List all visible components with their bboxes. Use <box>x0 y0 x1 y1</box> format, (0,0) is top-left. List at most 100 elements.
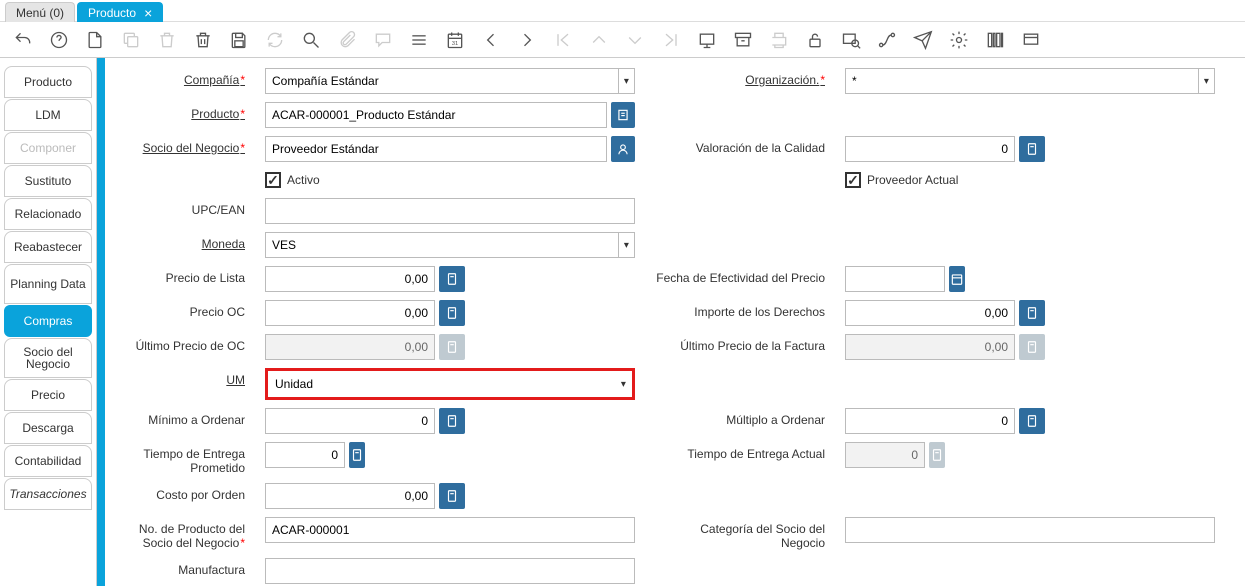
new-icon[interactable] <box>82 27 108 53</box>
last-icon <box>658 27 684 53</box>
no-producto-socio-input[interactable] <box>265 517 635 543</box>
sidebar-item-sustituto[interactable]: Sustituto <box>4 165 92 197</box>
precio-lista-input[interactable] <box>265 266 435 292</box>
chevron-left-icon[interactable] <box>478 27 504 53</box>
chevron-down-icon[interactable]: ▾ <box>618 68 635 94</box>
label-upc-ean: UPC/EAN <box>192 203 245 217</box>
sidebar-item-descarga[interactable]: Descarga <box>4 412 92 444</box>
active-record-indicator <box>97 58 105 586</box>
sidebar-item-ldm[interactable]: LDM <box>4 99 92 131</box>
tiempo-actual-input <box>845 442 925 468</box>
label-um: UM <box>226 373 245 387</box>
up-icon <box>586 27 612 53</box>
organizacion-input[interactable] <box>845 68 1198 94</box>
attachment-icon <box>334 27 360 53</box>
tab-product-label: Producto <box>88 6 136 20</box>
label-fecha-efectividad: Fecha de Efectividad del Precio <box>656 271 825 285</box>
sidebar-item-componer: Componer <box>4 132 92 164</box>
save-icon[interactable] <box>226 27 252 53</box>
minimo-ordenar-input[interactable] <box>265 408 435 434</box>
manufactura-input[interactable] <box>265 558 635 584</box>
tab-menu[interactable]: Menú (0) <box>5 2 75 22</box>
label-valoracion-calidad: Valoración de la Calidad <box>696 141 825 155</box>
valoracion-calidad-input[interactable] <box>845 136 1015 162</box>
label-compania: Compañía <box>184 73 245 87</box>
label-activo: Activo <box>287 173 320 187</box>
svg-text:31: 31 <box>452 41 458 47</box>
grid-toggle-icon[interactable] <box>406 27 432 53</box>
categoria-socio-input[interactable] <box>845 517 1215 543</box>
checkbox-checked-icon <box>265 172 281 188</box>
um-input[interactable] <box>268 371 615 397</box>
search-icon[interactable] <box>298 27 324 53</box>
product-info-icon[interactable] <box>982 27 1008 53</box>
chevron-right-icon[interactable] <box>514 27 540 53</box>
socio-negocio-input[interactable] <box>265 136 607 162</box>
workflow-icon[interactable] <box>874 27 900 53</box>
ultimo-precio-factura-input <box>845 334 1015 360</box>
help-icon[interactable] <box>46 27 72 53</box>
sidebar-item-planning[interactable]: Planning Data <box>4 264 92 304</box>
calc-icon <box>439 334 465 360</box>
chevron-down-icon[interactable]: ▾ <box>1198 68 1215 94</box>
activo-checkbox[interactable]: Activo <box>265 170 320 190</box>
calc-icon[interactable] <box>439 266 465 292</box>
ultimo-precio-oc-input <box>265 334 435 360</box>
chevron-down-icon[interactable]: ▾ <box>618 232 635 258</box>
sidebar-item-contab[interactable]: Contabilidad <box>4 445 92 477</box>
sidebar-item-trans[interactable]: Transacciones <box>4 478 92 510</box>
sidebar-item-producto[interactable]: Producto <box>4 66 92 98</box>
importe-derechos-input[interactable] <box>845 300 1015 326</box>
multiplo-ordenar-input[interactable] <box>845 408 1015 434</box>
upc-ean-input[interactable] <box>265 198 635 224</box>
label-ultimo-precio-factura: Último Precio de la Factura <box>680 339 825 353</box>
fecha-efectividad-input[interactable] <box>845 266 945 292</box>
calendar-picker-icon[interactable] <box>949 266 965 292</box>
calc-icon[interactable] <box>1019 300 1045 326</box>
quickinfo-icon[interactable] <box>1018 27 1044 53</box>
moneda-input[interactable] <box>265 232 618 258</box>
archive-icon[interactable] <box>730 27 756 53</box>
label-categoria-socio: Categoría del Socio del Negocio <box>655 522 825 550</box>
toolbar: 31 <box>0 22 1245 58</box>
proveedor-actual-checkbox[interactable]: Proveedor Actual <box>845 170 958 190</box>
zoom-across-icon[interactable] <box>838 27 864 53</box>
costo-orden-input[interactable] <box>265 483 435 509</box>
label-tiempo-actual: Tiempo de Entrega Actual <box>687 447 825 461</box>
sidebar-item-reabastecer[interactable]: Reabastecer <box>4 231 92 263</box>
undo-icon[interactable] <box>10 27 36 53</box>
sidebar-item-compras[interactable]: Compras <box>4 305 92 337</box>
sidebar-item-socio[interactable]: Socio del Negocio <box>4 338 92 378</box>
calc-icon <box>1019 334 1045 360</box>
chevron-down-icon[interactable]: ▾ <box>615 371 632 397</box>
tiempo-prometido-input[interactable] <box>265 442 345 468</box>
delete-selection-icon[interactable] <box>190 27 216 53</box>
calc-icon[interactable] <box>439 300 465 326</box>
label-minimo-ordenar: Mínimo a Ordenar <box>148 413 245 427</box>
report-icon[interactable] <box>694 27 720 53</box>
label-manufactura: Manufactura <box>178 563 245 577</box>
close-icon[interactable]: × <box>144 6 152 20</box>
sidebar-item-precio[interactable]: Precio <box>4 379 92 411</box>
calc-icon[interactable] <box>439 483 465 509</box>
copy-icon <box>118 27 144 53</box>
request-icon[interactable] <box>910 27 936 53</box>
label-organizacion: Organización. <box>745 73 825 87</box>
tab-menu-label: Menú (0) <box>16 6 64 20</box>
producto-input[interactable] <box>265 102 607 128</box>
calc-icon[interactable] <box>1019 408 1045 434</box>
process-icon[interactable] <box>946 27 972 53</box>
calc-icon[interactable] <box>439 408 465 434</box>
tab-product[interactable]: Producto × <box>77 2 163 22</box>
sidebar-item-relacionado[interactable]: Relacionado <box>4 198 92 230</box>
calc-icon[interactable] <box>1019 136 1045 162</box>
calendar-icon[interactable]: 31 <box>442 27 468 53</box>
producto-lookup-button[interactable] <box>611 102 635 128</box>
chat-icon <box>370 27 396 53</box>
calc-icon[interactable] <box>349 442 365 468</box>
compania-input[interactable] <box>265 68 618 94</box>
socio-lookup-button[interactable] <box>611 136 635 162</box>
precio-oc-input[interactable] <box>265 300 435 326</box>
label-socio-negocio: Socio del Negocio <box>143 141 245 155</box>
lock-icon[interactable] <box>802 27 828 53</box>
